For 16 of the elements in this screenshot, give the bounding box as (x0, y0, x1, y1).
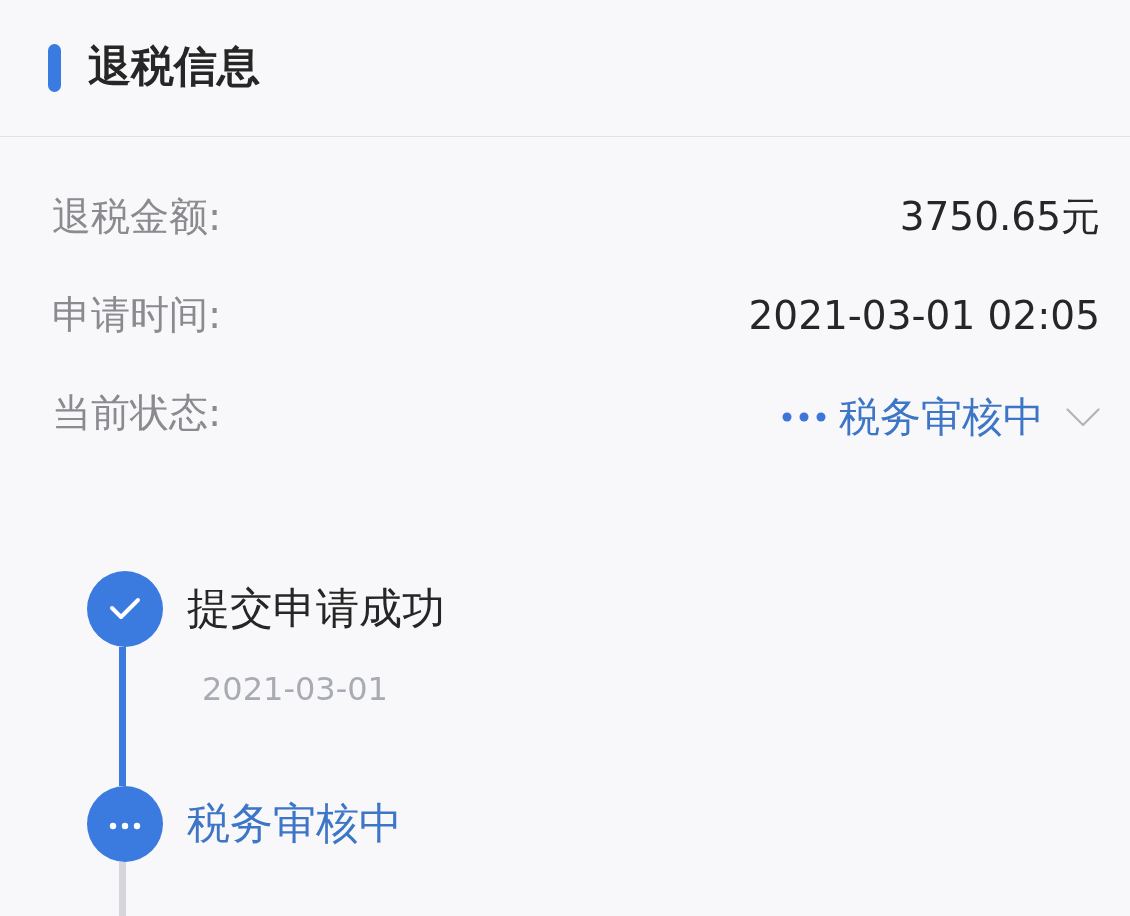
dots-icon (782, 412, 826, 422)
timeline-connector (118, 862, 126, 916)
field-value: 2021-03-01 02:05 (748, 292, 1100, 338)
chevron-icon[interactable] (1066, 407, 1100, 427)
field-label: 申请时间: (52, 291, 222, 339)
section-title: 退税信息 (88, 44, 260, 88)
field-label: 当前状态: (52, 389, 222, 437)
field-value: 3750.65元 (899, 193, 1100, 241)
step-date: 2021-03-01 (201, 669, 389, 709)
ellipsis-circle-icon (87, 786, 163, 862)
field-label: 退税金额: (52, 193, 222, 241)
title-accent-bar (48, 44, 61, 92)
step-title: 提交申请成功 (187, 582, 445, 635)
check-circle-icon (87, 571, 163, 647)
step-title: 税务审核中 (187, 797, 402, 850)
status-value: 税务审核中 (839, 391, 1044, 443)
